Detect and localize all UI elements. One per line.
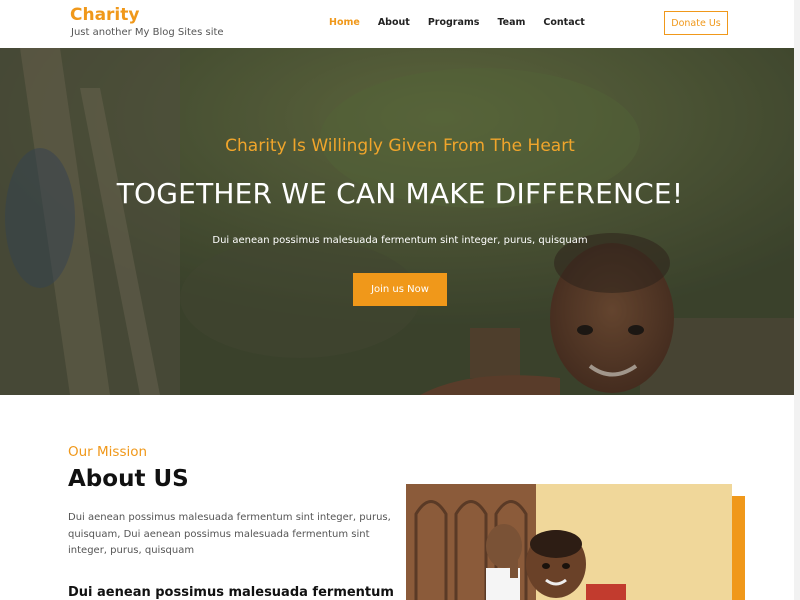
main-nav: Home About Programs Team Contact xyxy=(329,17,603,28)
about-subheading: Dui aenean possimus malesuada fermentum xyxy=(68,585,394,600)
site-tagline: Just another My Blog Sites site xyxy=(71,27,224,38)
nav-item-home[interactable]: Home xyxy=(329,17,360,28)
image-accent-bar xyxy=(732,496,745,600)
about-image xyxy=(406,484,732,600)
donate-button[interactable]: Donate Us xyxy=(664,11,728,35)
site-title[interactable]: Charity xyxy=(70,5,139,25)
site-header: Charity Just another My Blog Sites site … xyxy=(0,0,800,48)
nav-item-contact[interactable]: Contact xyxy=(543,17,584,28)
nav-item-team[interactable]: Team xyxy=(497,17,525,28)
hero-title: TOGETHER WE CAN MAKE DIFFERENCE! xyxy=(116,177,684,210)
hero-text: Dui aenean possimus malesuada fermentum … xyxy=(212,235,588,246)
about-title: About US xyxy=(68,466,189,492)
about-text: Dui aenean possimus malesuada fermentum … xyxy=(68,512,391,556)
hero-subtitle: Charity Is Willingly Given From The Hear… xyxy=(225,136,575,156)
nav-item-programs[interactable]: Programs xyxy=(428,17,480,28)
hero-section: Charity Is Willingly Given From The Hear… xyxy=(0,48,800,395)
about-photo xyxy=(406,484,732,600)
page-scrollbar[interactable] xyxy=(794,0,800,600)
hero-overlay xyxy=(0,48,800,395)
mission-label: Our Mission xyxy=(68,444,148,460)
join-us-button[interactable]: Join us Now xyxy=(353,273,447,306)
nav-item-about[interactable]: About xyxy=(378,17,410,28)
